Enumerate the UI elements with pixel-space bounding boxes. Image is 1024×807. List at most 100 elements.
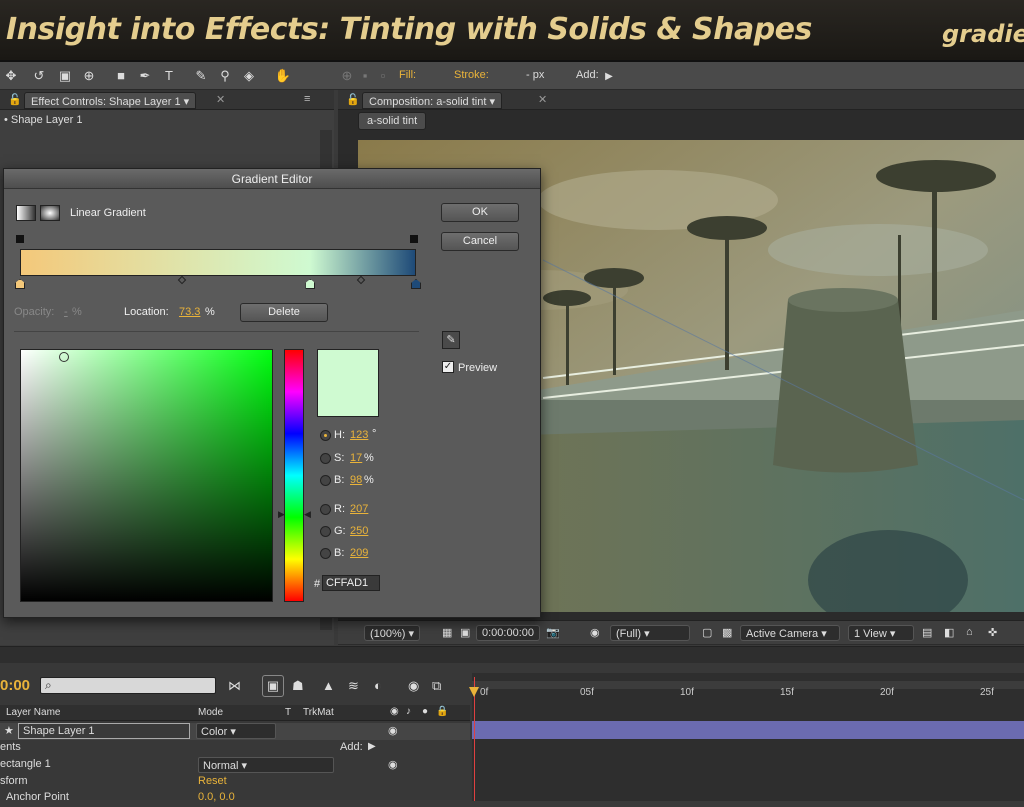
- toggle-pixel-icon[interactable]: ▤: [922, 626, 932, 639]
- layer-duration-bar[interactable]: [472, 721, 1024, 739]
- transparency-grid-icon[interactable]: ▩: [722, 626, 732, 639]
- brush-tool-icon[interactable]: ✎: [192, 67, 210, 85]
- col-layer-name[interactable]: Layer Name: [6, 707, 60, 718]
- radio-g[interactable]: [320, 526, 331, 537]
- clone-stamp-tool-icon[interactable]: ⚲: [216, 67, 234, 85]
- hide-shy-layers-icon[interactable]: ☗: [292, 678, 304, 694]
- opacity-stop-right[interactable]: [410, 235, 418, 243]
- radio-r[interactable]: [320, 504, 331, 515]
- flowchart-icon[interactable]: ⌂: [966, 626, 973, 638]
- eraser-tool-icon[interactable]: ◈: [240, 67, 258, 85]
- layer-name-field[interactable]: Shape Layer 1: [18, 723, 190, 739]
- col-t[interactable]: T: [285, 707, 291, 718]
- rectangle-tool-icon[interactable]: ■: [112, 67, 130, 85]
- add-menu-icon[interactable]: ▶: [600, 68, 618, 86]
- preview-checkbox[interactable]: ✓: [442, 361, 454, 373]
- roi-icon[interactable]: ▢: [702, 626, 712, 639]
- anchor-point-row[interactable]: Anchor Point 0.0, 0.0: [0, 790, 470, 807]
- composition-mini-flowchart-icon[interactable]: ⋈: [228, 678, 241, 694]
- draft-3d-icon[interactable]: ▣: [262, 675, 284, 697]
- text-tool-icon[interactable]: T: [160, 67, 178, 85]
- selection-tool-icon[interactable]: ✥: [2, 67, 20, 85]
- color-stop-1[interactable]: [15, 279, 25, 289]
- comp-close-tab-icon[interactable]: ✕: [538, 93, 547, 106]
- rectangle-mode-select[interactable]: Normal ▾: [198, 757, 334, 773]
- opacity-stop-left[interactable]: [16, 235, 24, 243]
- camera-menu[interactable]: Active Camera ▾: [740, 625, 840, 641]
- panel-menu-icon[interactable]: ≡: [304, 93, 310, 105]
- resolution-menu[interactable]: (Full) ▾: [610, 625, 690, 641]
- view-layout-menu[interactable]: 1 View ▾: [848, 625, 914, 641]
- axis-mode-icon[interactable]: ⊕: [338, 67, 356, 85]
- color-field[interactable]: [20, 349, 273, 602]
- midpoint-marker-2[interactable]: [356, 275, 366, 285]
- grid-icon[interactable]: ▦: [442, 626, 452, 639]
- layer-visibility-icon[interactable]: ◉: [388, 724, 398, 737]
- radio-b[interactable]: [320, 475, 331, 486]
- cancel-button[interactable]: Cancel: [441, 232, 519, 251]
- lock-icon[interactable]: 🔓: [8, 93, 22, 106]
- mask-icon[interactable]: ▣: [460, 626, 470, 639]
- puppet-tool-icon[interactable]: ✋: [274, 67, 292, 85]
- location-value[interactable]: 73.3: [179, 306, 200, 318]
- timeline-current-time[interactable]: 0:00: [0, 677, 30, 694]
- auto-keyframe-icon[interactable]: ⧉: [432, 678, 441, 694]
- timeline-graph-area[interactable]: [469, 673, 1024, 801]
- linear-gradient-icon[interactable]: [16, 205, 36, 221]
- eyedropper-icon[interactable]: ✎: [442, 331, 460, 349]
- axis-mode-local-icon[interactable]: ▪: [356, 67, 374, 85]
- graph-editor-icon[interactable]: ◉: [408, 678, 419, 694]
- rotate-tool-icon[interactable]: ↺: [30, 67, 48, 85]
- blue-value[interactable]: 209: [350, 547, 368, 559]
- color-field-picker[interactable]: [59, 352, 69, 362]
- motion-blur-icon[interactable]: ≋: [348, 678, 359, 694]
- comp-lock-icon[interactable]: 🔓: [346, 93, 360, 106]
- radio-h[interactable]: [320, 430, 331, 441]
- reset-exposure-icon[interactable]: ◧: [944, 626, 954, 639]
- timeline-search-input[interactable]: ⌕: [40, 677, 216, 694]
- transform-reset-link[interactable]: Reset: [198, 775, 227, 787]
- brainstorm-icon[interactable]: ◐: [374, 678, 382, 693]
- pen-tool-icon[interactable]: ✒: [136, 67, 154, 85]
- radial-gradient-icon[interactable]: [40, 205, 60, 221]
- color-stop-2[interactable]: [305, 279, 316, 289]
- rectangle-visibility-icon[interactable]: ◉: [388, 758, 398, 771]
- snapshot-icon[interactable]: 📷: [546, 626, 560, 639]
- hue-slider-left-arrow[interactable]: ▶: [278, 509, 285, 520]
- hue-slider[interactable]: [284, 349, 304, 602]
- tab-effect-controls[interactable]: Effect Controls: Shape Layer 1 ▾: [24, 92, 197, 109]
- channels-icon[interactable]: ◉: [590, 626, 600, 639]
- contents-row[interactable]: ents Add: ▶: [0, 740, 470, 757]
- playhead-icon[interactable]: [469, 687, 479, 697]
- contents-add-icon[interactable]: ▶: [368, 741, 376, 752]
- rectangle-row[interactable]: ectangle 1 Normal ▾ ◉: [0, 757, 470, 774]
- camera-tool-icon[interactable]: ▣: [56, 67, 74, 85]
- delete-button[interactable]: Delete: [240, 303, 328, 322]
- fast-preview-icon[interactable]: ✜: [988, 626, 997, 639]
- close-tab-icon[interactable]: ✕: [216, 93, 225, 106]
- zoom-menu[interactable]: (100%) ▾: [364, 625, 421, 641]
- h-value[interactable]: 123: [350, 429, 368, 441]
- col-mode[interactable]: Mode: [198, 707, 223, 718]
- axis-mode-world-icon[interactable]: ▫: [374, 67, 392, 85]
- ok-button[interactable]: OK: [441, 203, 519, 222]
- layer-mode-select[interactable]: Color ▾: [196, 723, 276, 739]
- pan-behind-tool-icon[interactable]: ⊕: [80, 67, 98, 85]
- opacity-value[interactable]: -: [64, 306, 68, 318]
- r-value[interactable]: 207: [350, 503, 368, 515]
- b-value[interactable]: 98: [350, 474, 362, 486]
- g-value[interactable]: 250: [350, 525, 368, 537]
- transform-row[interactable]: sform Reset: [0, 774, 470, 791]
- gradient-ramp[interactable]: [20, 249, 416, 276]
- timecode-display[interactable]: 0:00:00:00: [476, 625, 540, 641]
- work-area-bar[interactable]: [472, 681, 1024, 689]
- radio-s[interactable]: [320, 453, 331, 464]
- hue-slider-right-arrow[interactable]: ◀: [304, 509, 311, 520]
- midpoint-marker-1[interactable]: [177, 275, 187, 285]
- stroke-width-px[interactable]: - px: [526, 69, 544, 81]
- frame-blending-icon[interactable]: ▲: [322, 678, 335, 693]
- hex-input[interactable]: CFFAD1: [322, 575, 380, 591]
- comp-breadcrumb[interactable]: a-solid tint: [358, 112, 427, 130]
- layer-row-shape-layer-1[interactable]: ★ Shape Layer 1 Color ▾ ◉: [0, 723, 470, 740]
- s-value[interactable]: 17: [350, 452, 362, 464]
